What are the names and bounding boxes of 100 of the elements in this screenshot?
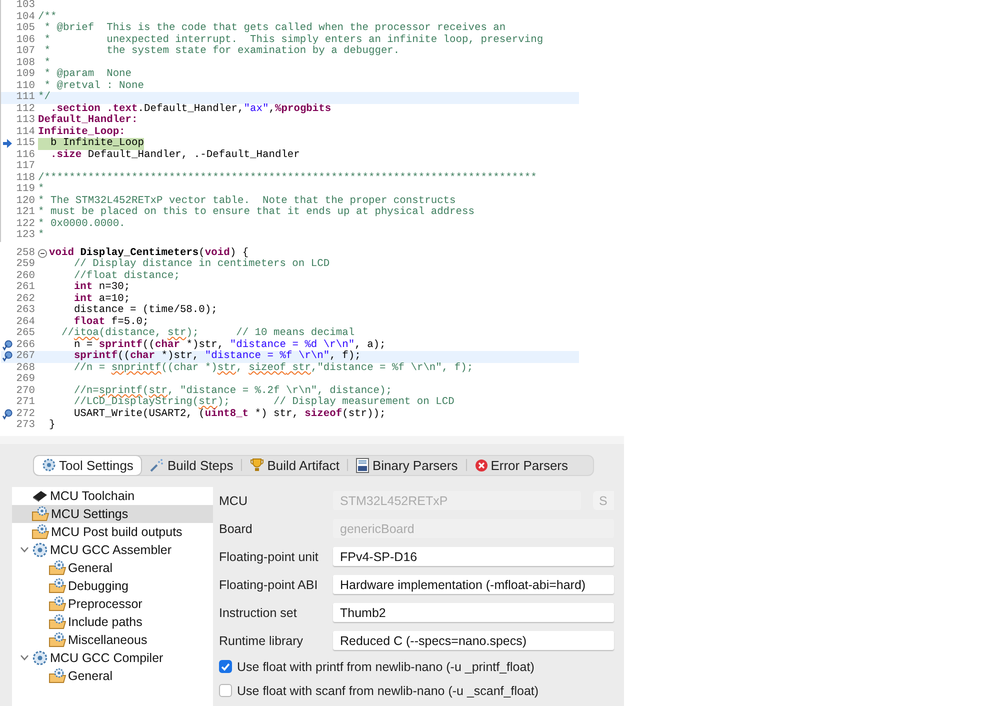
code-line: * unexpected interrupt. This simply enters an infinite loop, preserving — [43, 34, 544, 46]
field-label: Runtime library — [219, 634, 304, 648]
folder-gear-icon — [49, 632, 66, 647]
breakpoint-icon[interactable] — [2, 408, 12, 420]
tab[interactable]: Error Parsers — [466, 456, 576, 474]
code-line: Infinite_Loop: — [38, 126, 126, 138]
line-number: 112 — [15, 104, 36, 115]
line-number: 269 — [15, 374, 36, 386]
field-label: Board — [219, 522, 254, 536]
line-number: 259 — [15, 259, 36, 270]
line-number: 104 — [15, 12, 36, 23]
code-line: // Display distance in centimeters on LCD — [72, 259, 330, 270]
tree-item[interactable]: Miscellaneous — [12, 630, 213, 648]
folder-gear-icon — [32, 506, 49, 521]
line-number: 116 — [15, 150, 36, 161]
tree-item[interactable]: MCU Toolchain — [12, 486, 213, 504]
input-field[interactable]: Reduced C (--specs=nano.specs) — [333, 631, 614, 650]
tree-item[interactable]: Include paths — [12, 612, 213, 630]
tree-item[interactable]: MCU Settings — [12, 504, 213, 522]
spray-icon — [150, 458, 164, 472]
tab[interactable]: Build Steps — [142, 456, 242, 474]
line-number: 113 — [15, 115, 36, 126]
code-line: * 0x0000.0000. — [38, 218, 126, 230]
field-label: Floating-point ABI — [219, 578, 319, 592]
code-line: * @brief This is the code that gets called when the processor receives an — [43, 23, 506, 34]
code-line: /** — [38, 12, 57, 22]
checkbox-label: Use float with scanf from newlib-nano (-u _scanf_float) — [237, 684, 539, 698]
tab[interactable]: Binary Parsers — [348, 456, 466, 474]
line-number: 270 — [15, 386, 36, 397]
code-line: * — [38, 184, 44, 196]
checkbox[interactable] — [219, 660, 232, 673]
line-number: 114 — [15, 126, 36, 138]
gear-icon — [32, 542, 48, 558]
tree-item[interactable]: MCU Post build outputs — [12, 522, 213, 540]
tree-item[interactable]: MCU GCC Assembler — [12, 540, 213, 558]
line-number: 260 — [15, 270, 36, 282]
line-number: 261 — [15, 282, 36, 294]
tree-item[interactable]: General — [12, 666, 213, 684]
code-line: */ — [38, 92, 50, 104]
gear-icon — [32, 650, 48, 666]
code-line: void Display_Centimeters(void) { — [49, 248, 249, 258]
code-line: * @param None — [43, 69, 132, 80]
code-line: .size Default_Handler, .-Default_Handler — [49, 150, 300, 161]
code-line: * The STM32L452RETxP vector table. Note that the proper constructs — [38, 196, 456, 206]
line-number: 111 — [15, 92, 36, 104]
code-line: //itoa(distance, str); // 10 means decimal — [60, 328, 355, 339]
code-line: int a=10; — [72, 294, 130, 304]
code-line: //LCD_DisplayString(str); // Display measurement on LCD — [72, 397, 454, 408]
line-number: 262 — [15, 294, 36, 305]
tree-item[interactable]: General — [12, 558, 213, 576]
checkbox[interactable] — [219, 684, 232, 697]
line-number: 123 — [15, 230, 36, 242]
code-line: sprintf((char *)str, "distance = %f \r\n", f); — [72, 351, 361, 362]
line-number: 265 — [15, 328, 36, 340]
code-line: /******************************************************************************* — [38, 172, 537, 184]
code-line: USART_Write(USART2, (uint8_t *) str, sizeof(str)); — [72, 408, 386, 420]
chevron-icon[interactable] — [20, 545, 28, 554]
line-number: 266 — [15, 340, 36, 351]
line-number: 271 — [15, 397, 36, 408]
breakpoint-icon[interactable] — [2, 351, 12, 362]
line-number: 108 — [15, 58, 36, 69]
code-line: * — [38, 230, 44, 242]
folder-gear-icon — [49, 596, 66, 611]
code-line: //n=sprintf(str, "distance = %.2f \r\n", distance); — [72, 386, 392, 396]
folder-gear-icon — [32, 524, 49, 539]
line-number: 263 — [15, 305, 36, 316]
line-number: 267 — [15, 351, 36, 362]
breakpoint-icon[interactable] — [2, 340, 12, 351]
tree-item[interactable]: MCU GCC Compiler — [12, 648, 213, 666]
code-line: * the system state for examination by a debugger. — [43, 46, 400, 58]
line-number: 119 — [15, 184, 36, 196]
line-number: 121 — [15, 207, 36, 218]
code-line: distance = (time/58.0); — [72, 305, 218, 316]
line-number: 115 — [15, 138, 36, 150]
line-number: 273 — [15, 420, 36, 432]
error-icon — [474, 458, 488, 472]
field-label: MCU — [219, 494, 248, 508]
folder-gear-icon — [49, 614, 66, 629]
line-number: 103 — [15, 0, 36, 12]
tree-item[interactable]: Debugging — [12, 576, 213, 594]
line-number: 264 — [15, 316, 36, 328]
code-line: Default_Handler: — [38, 115, 138, 126]
trophy-icon — [250, 458, 264, 472]
line-number: 110 — [15, 80, 36, 92]
input-field[interactable]: Hardware implementation (-mfloat-abi=hard) — [333, 575, 614, 594]
gear-icon — [42, 458, 56, 472]
input-field[interactable]: Thumb2 — [333, 603, 614, 622]
code-line: .section .text.Default_Handler,"ax",%progbits — [50, 104, 332, 114]
code-line: //n = snprintf((char *)str, sizeof str,"distance = %f \r\n", f); — [72, 362, 474, 374]
checkbox-label: Use float with printf from newlib-nano (-u _printf_float) — [237, 660, 534, 674]
tree-item[interactable]: Preprocessor — [12, 594, 213, 612]
collapse-icon[interactable] — [38, 248, 47, 258]
line-number: 106 — [15, 34, 36, 46]
line-number: 105 — [15, 23, 36, 34]
tab[interactable]: Tool Settings — [34, 456, 142, 474]
code-line: n = sprintf((char *)str, "distance = %d \r\n", a); — [72, 340, 386, 350]
binary-document-icon — [356, 458, 370, 472]
input-field[interactable]: FPv4-SP-D16 — [333, 547, 614, 566]
tab[interactable]: Build Artifact — [242, 456, 348, 474]
chevron-icon[interactable] — [20, 653, 28, 662]
